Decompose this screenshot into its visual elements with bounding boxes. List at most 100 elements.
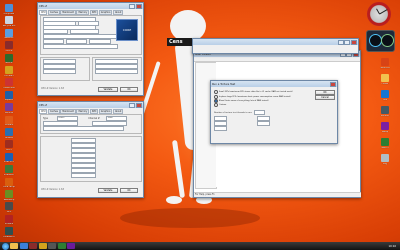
desktop-icon[interactable]: Aida64 (0, 128, 18, 139)
dialog-titlebar[interactable]: Run a Torture Test (211, 81, 337, 87)
background-window[interactable] (192, 38, 359, 54)
start-button[interactable] (1, 242, 9, 250)
timing-row (71, 163, 97, 168)
desktop-icon[interactable]: OCCT (0, 140, 18, 151)
minimize-button[interactable] (129, 102, 136, 108)
tab-mainboard[interactable]: Mainboard (60, 108, 76, 114)
tab-cpu[interactable]: CPU (39, 108, 48, 114)
taskbar-explorer[interactable] (10, 243, 18, 249)
close-button[interactable] (351, 39, 357, 45)
min-fft-input[interactable] (214, 116, 228, 121)
desktop-icon[interactable]: Prime95 (0, 66, 18, 77)
max-fft-input[interactable] (257, 116, 271, 121)
tab-spd[interactable]: SPD (89, 9, 99, 15)
desktop-icon[interactable]: RealTemp (0, 190, 18, 201)
tab-spd[interactable]: SPD (89, 108, 99, 114)
timing-row (71, 138, 97, 143)
desktop-icon[interactable]: SuperPi (0, 90, 18, 102)
taskbar-clock[interactable]: 10:10 (389, 245, 396, 248)
cpuz-top-version: CPU-Z Version 1.63 (41, 87, 64, 90)
taskbar-app6[interactable] (57, 243, 66, 249)
ok-button[interactable]: OK (120, 87, 138, 92)
validate-button[interactable]: Validate (98, 87, 118, 92)
run-fft-input[interactable] (214, 126, 228, 131)
cpuz-top-title: CPU-Z (39, 4, 47, 8)
radio-button[interactable] (214, 94, 218, 99)
app-icon (5, 227, 13, 236)
minimize-button[interactable] (129, 3, 136, 9)
desktop-icon[interactable]: CPU-Z (0, 41, 18, 52)
desktop-icon[interactable]: 3DMark (0, 115, 18, 127)
desktop-icon[interactable]: GPU-Z (0, 53, 18, 65)
app-icon (5, 202, 13, 211)
desktop-icon[interactable]: Tool (376, 90, 394, 101)
desktop-icon[interactable]: HWMonitor (0, 78, 18, 89)
desktop-icon[interactable]: IntelBurn (0, 165, 18, 176)
desktop-icon[interactable]: Setup (376, 122, 394, 133)
desktop-icon[interactable]: Shortcut (376, 58, 394, 69)
taskbar-app5[interactable] (48, 243, 56, 249)
processor-group: CORE (40, 15, 142, 55)
minimize-button[interactable] (337, 39, 344, 45)
desktop-icon[interactable]: Cinebench (0, 227, 18, 238)
threads-input[interactable] (254, 110, 266, 115)
tab-mainboard[interactable]: Mainboard (60, 9, 76, 15)
desktop-icon-label: HWMonitor (2, 86, 16, 89)
desktop-icon[interactable]: Bench (376, 138, 394, 149)
tab-about[interactable]: About (112, 9, 124, 15)
validate-button[interactable]: Validate (98, 188, 118, 193)
time-input[interactable] (257, 121, 271, 126)
taskbar-prime[interactable] (38, 243, 47, 249)
cancel-button[interactable]: Cancel (315, 95, 335, 100)
cpuz-window-top[interactable]: CPU-Z CPU Caches Mainboard Memory SPD Graphic… (37, 2, 144, 96)
tab-caches[interactable]: Caches (47, 9, 60, 15)
tab-memory[interactable]: Memory (76, 108, 90, 114)
torture-option[interactable]: Custom (214, 103, 309, 108)
tab-memory[interactable]: Memory (76, 9, 90, 15)
desktop-icon-label: Linx (6, 210, 12, 213)
maximize-button[interactable] (344, 39, 351, 45)
desktop-icon[interactable]: Recycle Bin (0, 16, 18, 27)
memory-input[interactable] (214, 121, 228, 126)
ok-button[interactable]: OK (120, 188, 138, 193)
taskbar-browser[interactable] (19, 243, 28, 249)
tab-caches[interactable]: Caches (47, 108, 60, 114)
desktop-icon[interactable]: PCMark (0, 214, 18, 226)
desktop-icon[interactable]: wPrime (0, 103, 18, 114)
taskbar-cpuz[interactable] (29, 243, 37, 249)
figure-foot-left (166, 196, 182, 204)
l2-field (95, 69, 139, 74)
radio-button[interactable] (214, 103, 218, 108)
torture-option-label: Custom (219, 104, 227, 107)
close-button[interactable] (136, 3, 142, 9)
desktop-icon[interactable]: Monitor (376, 106, 394, 117)
desktop-icon[interactable]: Folder (376, 74, 394, 85)
clock-gadget[interactable] (367, 2, 391, 26)
tab-graphics[interactable]: Graphics (98, 9, 113, 15)
close-button[interactable] (330, 81, 336, 87)
timing-row (71, 143, 97, 148)
tab-about[interactable]: About (112, 108, 124, 114)
close-button[interactable] (136, 102, 142, 108)
desktop-icon[interactable]: Computer (0, 4, 18, 15)
taskbar: 10:10 (0, 242, 400, 250)
desktop-icon[interactable]: Intel XTU (0, 152, 18, 164)
desktop-icon[interactable]: Linx (0, 202, 18, 213)
torture-test-dialog[interactable]: Run a Torture Test Small FFTs (maximum F… (210, 80, 338, 144)
cpu-meter-gadget[interactable] (366, 30, 395, 52)
tab-cpu[interactable]: CPU (39, 9, 48, 15)
background-window-titlebar[interactable] (193, 39, 358, 45)
desktop-icon[interactable]: Log (376, 154, 394, 165)
app-icon (5, 177, 13, 186)
dc-mode-field (92, 121, 128, 126)
desktop-icon[interactable]: Core Temp (0, 177, 18, 189)
radio-button[interactable] (214, 98, 218, 103)
desktop-icon-label: Network (4, 37, 14, 40)
desktop-icon[interactable]: Network (0, 28, 18, 40)
type-label: Type (43, 117, 49, 120)
taskbar-app7[interactable] (67, 243, 75, 249)
cpuz-window-bottom[interactable]: CPU-Z CPU Caches Mainboard Memory SPD Graphic… (37, 101, 144, 198)
tab-graphics[interactable]: Graphics (98, 108, 113, 114)
app-icon (5, 90, 13, 99)
l1-data-field (95, 59, 139, 64)
